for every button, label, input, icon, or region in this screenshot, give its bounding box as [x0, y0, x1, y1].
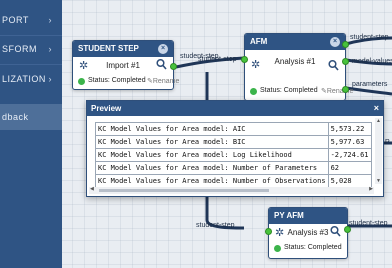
preview-title: Preview: [91, 104, 122, 113]
node-type-label: AFM: [250, 37, 268, 46]
node-header[interactable]: AFM ×: [245, 34, 345, 50]
close-icon[interactable]: ×: [158, 44, 168, 54]
status-text: Status: Completed: [284, 244, 342, 251]
table-row: KC Model Values for Area model: Number o…: [95, 161, 372, 175]
preview-dialog: Preview × KC Model Values for Area model…: [86, 100, 384, 197]
wire-label: student-step: [350, 34, 389, 41]
rename-label: Rename: [152, 78, 180, 85]
output-port[interactable]: [344, 226, 351, 233]
rename-button[interactable]: ✎Rename: [147, 77, 179, 85]
close-icon[interactable]: ×: [330, 37, 340, 47]
status-ok-icon: [250, 88, 257, 95]
search-icon[interactable]: [330, 225, 341, 238]
table-cell: KC Model Values for Area model: Log Like…: [95, 148, 329, 162]
output-port[interactable]: [342, 58, 349, 65]
preview-table: KC Model Values for Area model: AIC 5,57…: [95, 122, 372, 188]
scroll-right-icon[interactable]: ▶: [369, 186, 373, 192]
scroll-up-icon[interactable]: ▲: [376, 118, 381, 124]
table-row: KC Model Values for Area model: Number o…: [95, 174, 372, 188]
wire-label: student-step: [198, 56, 237, 63]
table-cell: -2,724.61: [327, 148, 372, 162]
table-row: KC Model Values for Area model: BIC 5,97…: [95, 135, 372, 149]
status-text: Status: Completed: [260, 87, 318, 94]
table-cell: KC Model Values for Area model: AIC: [95, 122, 329, 136]
preview-header: Preview ×: [87, 101, 383, 116]
scrollbar-thumb[interactable]: [99, 189, 269, 192]
node-afm[interactable]: AFM × ✲ Analysis #1 Status: Completed ✎R…: [241, 33, 353, 101]
output-port[interactable]: [342, 86, 349, 93]
table-cell: 5,573.22: [327, 122, 372, 136]
input-port[interactable]: [265, 228, 272, 235]
node-header[interactable]: STUDENT STEP ×: [73, 41, 173, 57]
scroll-down-icon[interactable]: ▼: [376, 178, 381, 184]
table-row: KC Model Values for Area model: AIC 5,57…: [95, 122, 372, 136]
vertical-scrollbar[interactable]: ▲ ▼: [375, 118, 382, 184]
node-student-step[interactable]: STUDENT STEP × ✲ Import #1 Status: Compl…: [72, 40, 179, 90]
status-text: Status: Completed: [88, 77, 146, 84]
horizontal-scrollbar[interactable]: ◀ ▶: [89, 186, 374, 194]
output-port[interactable]: [342, 41, 349, 48]
table-cell: KC Model Values for Area model: Number o…: [95, 174, 329, 188]
input-port[interactable]: [241, 56, 248, 63]
wire-label: P: [385, 139, 390, 146]
node-header[interactable]: PY AFM: [269, 208, 347, 224]
table-cell: KC Model Values for Area model: Number o…: [95, 161, 329, 175]
status-ok-icon: [78, 78, 85, 85]
rename-label: Rename: [326, 88, 354, 95]
wire-label: parameters: [352, 81, 388, 88]
node-type-label: STUDENT STEP: [78, 44, 139, 53]
scroll-left-icon[interactable]: ◀: [90, 186, 94, 192]
node-type-label: PY AFM: [274, 211, 304, 220]
close-icon[interactable]: ×: [374, 101, 379, 116]
status-ok-icon: [274, 245, 281, 252]
wire-label: student-step: [349, 220, 388, 227]
search-icon[interactable]: [156, 58, 167, 71]
table-cell: 5,028: [327, 174, 372, 188]
wire-label: student-step: [196, 222, 235, 229]
table-row: KC Model Values for Area model: Log Like…: [95, 148, 372, 162]
table-cell: KC Model Values for Area model: BIC: [95, 135, 329, 149]
table-cell: 5,977.63: [327, 135, 372, 149]
wire-label: model-values: [352, 58, 392, 65]
output-port[interactable]: [170, 63, 177, 70]
node-py-afm[interactable]: PY AFM ✲ Analysis #3 Status: Completed: [265, 207, 351, 259]
search-icon[interactable]: [328, 59, 339, 72]
table-cell: 62: [327, 161, 372, 175]
